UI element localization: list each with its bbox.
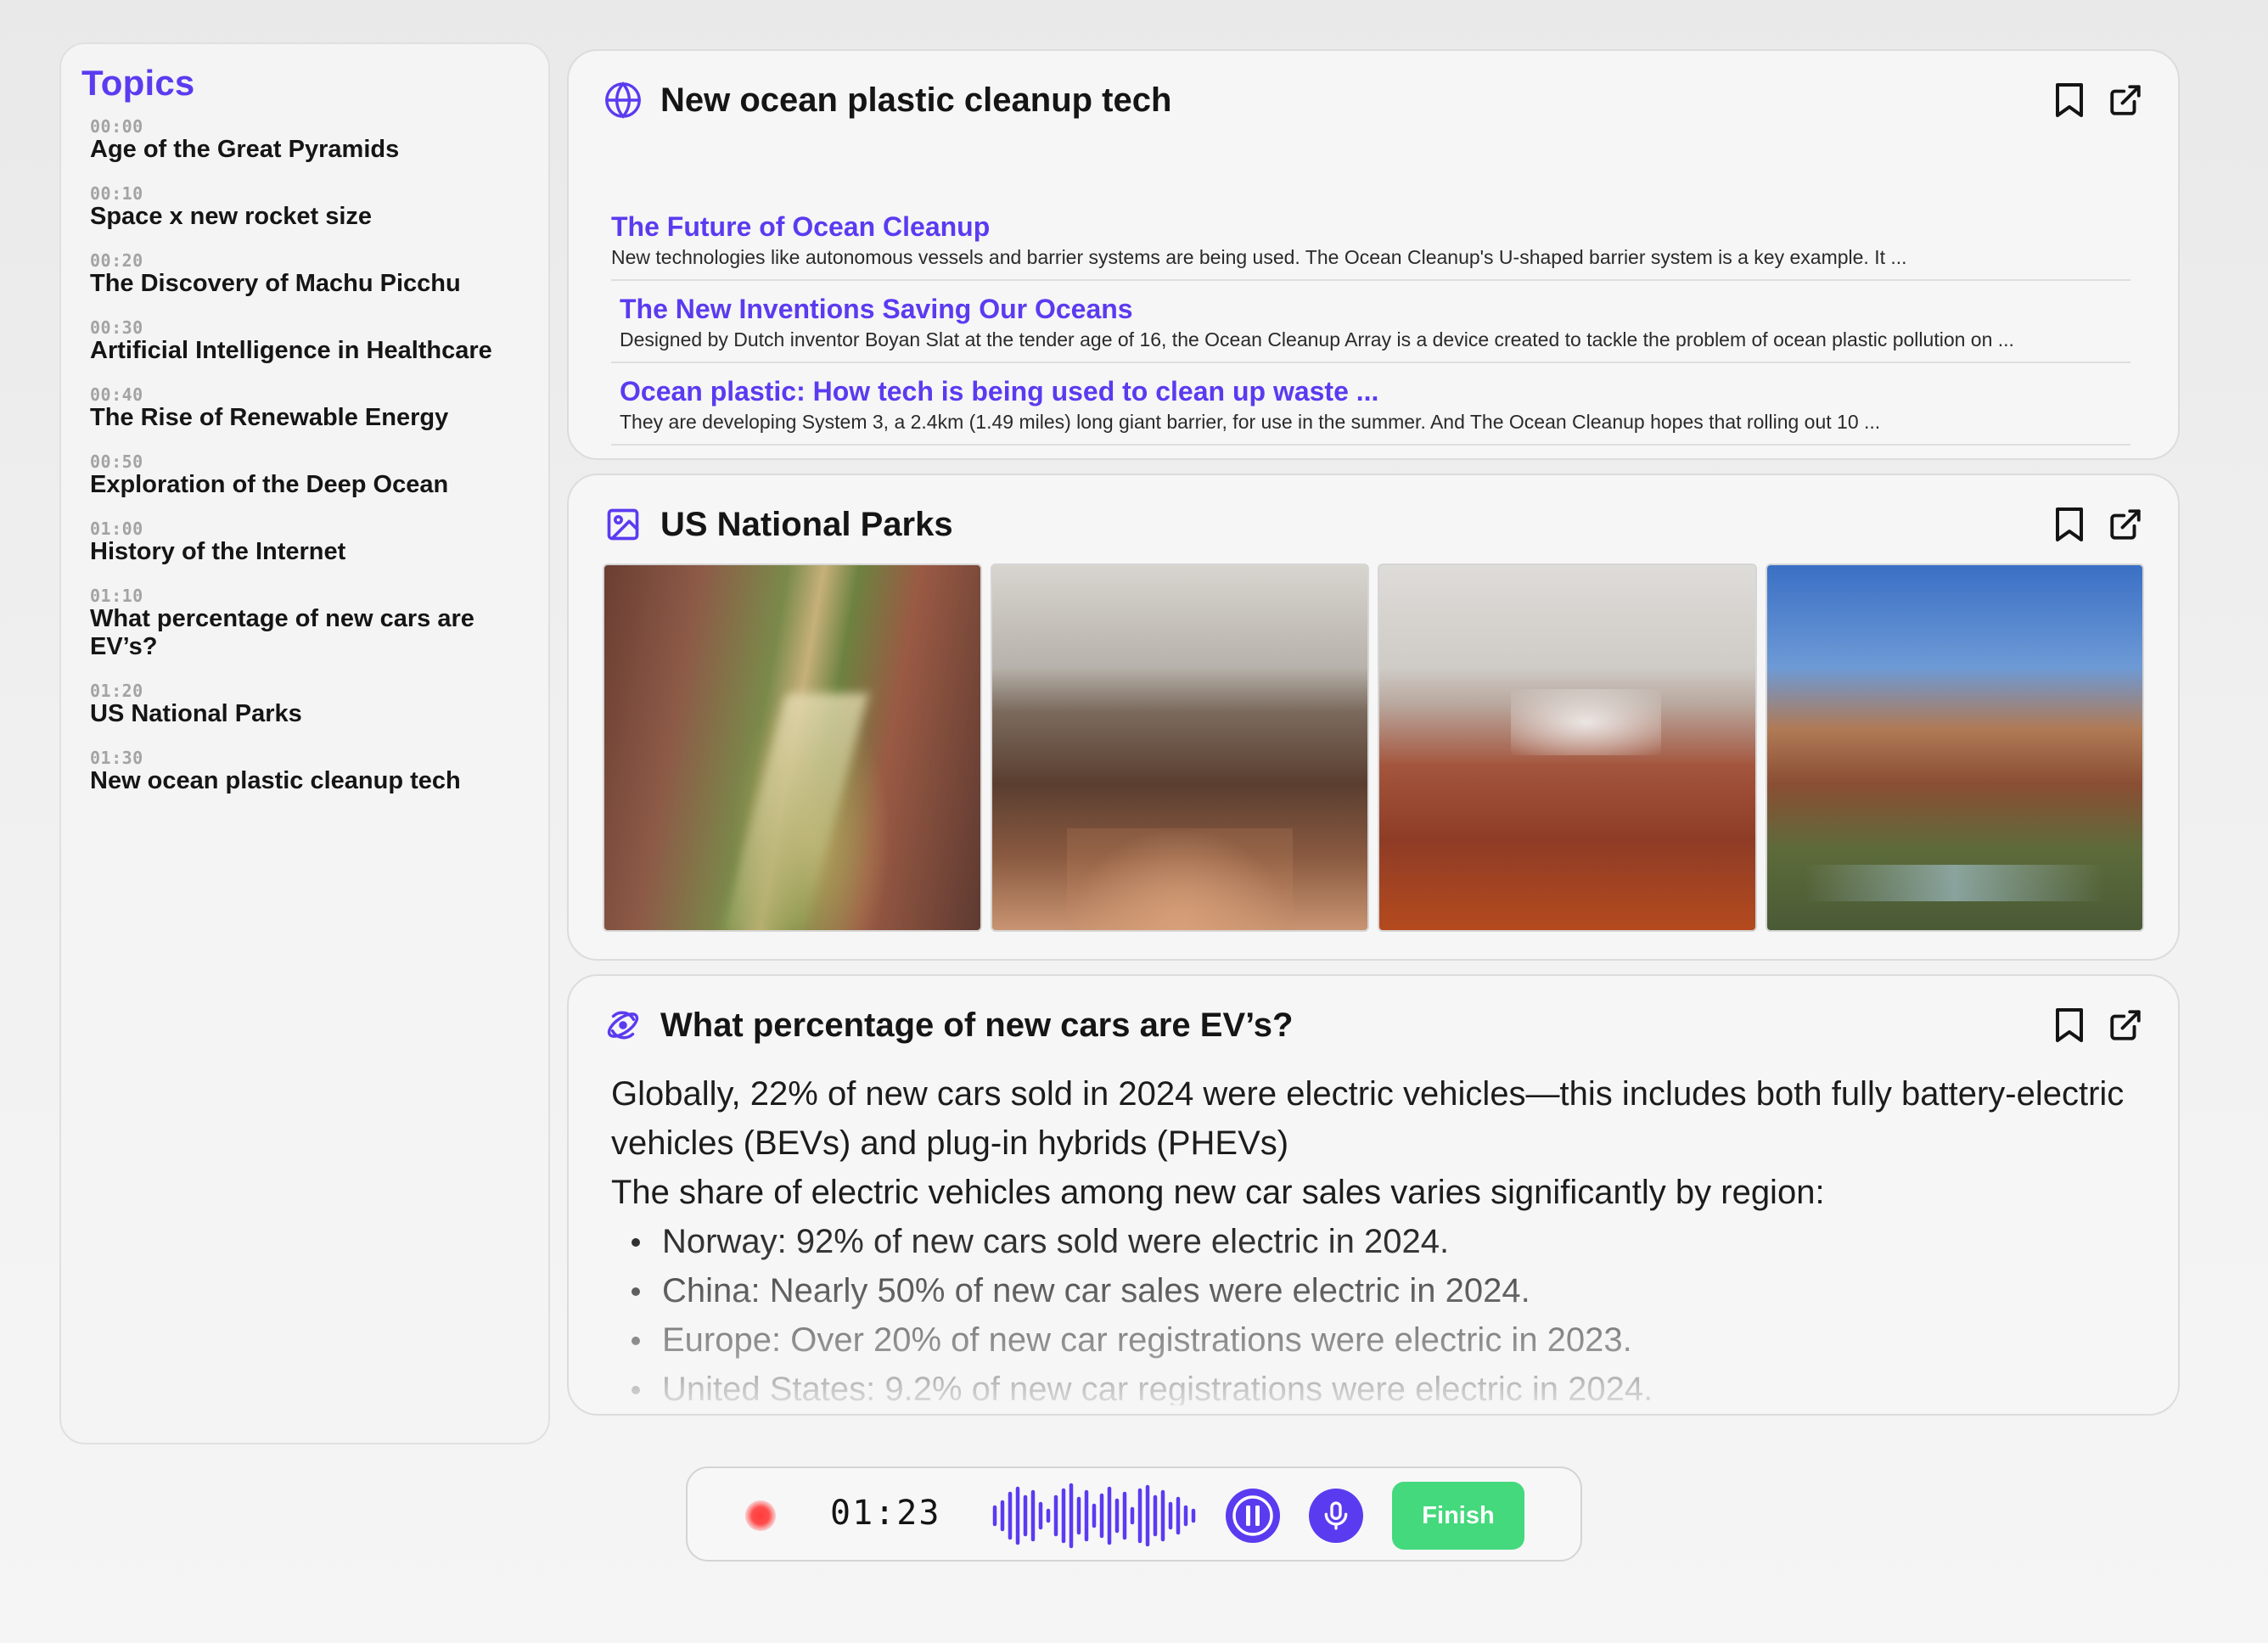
sidebar-title: Topics <box>81 63 195 103</box>
card-actions <box>2051 80 2144 121</box>
audio-waveform-icon <box>992 1483 1196 1549</box>
topic-item[interactable]: 01:30 New ocean plastic cleanup tech <box>81 749 548 795</box>
answer-card: What percentage of new cars are EV’s? Gl… <box>567 974 2180 1416</box>
image-thumbnail[interactable] <box>1378 564 1757 932</box>
topic-title: New ocean plastic cleanup tech <box>90 767 461 794</box>
bookmark-icon[interactable] <box>2051 1005 2088 1046</box>
recording-timer: 01:23 <box>830 1494 941 1533</box>
pause-button[interactable] <box>1226 1489 1280 1543</box>
topic-list: 00:00 Age of the Great Pyramids 00:10 Sp… <box>81 117 548 795</box>
topic-item[interactable]: 01:00 History of the Internet <box>81 519 548 566</box>
card-actions <box>2051 504 2144 545</box>
topic-item[interactable]: 00:30 Artificial Intelligence in Healthc… <box>81 318 548 365</box>
topic-item[interactable]: 01:10 What percentage of new cars are EV… <box>81 586 548 661</box>
image-thumbnail[interactable] <box>1765 564 2144 932</box>
topic-item[interactable]: 00:10 Space x new rocket size <box>81 184 548 231</box>
topic-timestamp: 00:00 <box>90 116 143 137</box>
topic-title: History of the Internet <box>90 538 346 565</box>
answer-bullet: United States: 9.2% of new car registrat… <box>611 1365 2127 1405</box>
result-link[interactable]: The Future of Ocean Cleanup <box>611 210 2130 243</box>
pause-icon <box>1232 1495 1273 1536</box>
topic-title: Exploration of the Deep Ocean <box>90 471 449 498</box>
topic-title: Age of the Great Pyramids <box>90 136 400 163</box>
topic-timestamp: 00:40 <box>90 384 143 405</box>
card-header: US National Parks <box>603 501 2144 548</box>
topic-timestamp: 01:10 <box>90 586 143 606</box>
ai-orbit-icon <box>603 1005 643 1046</box>
topic-item[interactable]: 00:40 The Rise of Renewable Energy <box>81 385 548 432</box>
recording-toolbar: 01:23 Finish <box>686 1466 1582 1562</box>
recording-indicator-icon <box>745 1500 776 1531</box>
card-header: What percentage of new cars are EV’s? <box>603 1001 2144 1049</box>
topic-title: The Discovery of Machu Picchu <box>90 270 461 297</box>
topic-title: The Rise of Renewable Energy <box>90 404 449 431</box>
search-result: The Future of Ocean Cleanup New technolo… <box>611 210 2130 281</box>
topic-title: US National Parks <box>90 700 302 727</box>
finish-button[interactable]: Finish <box>1392 1482 1524 1550</box>
microphone-icon <box>1324 1501 1348 1530</box>
globe-icon <box>603 80 643 121</box>
topic-timestamp: 00:20 <box>90 250 143 271</box>
image-thumbnail[interactable] <box>990 564 1369 932</box>
external-link-icon[interactable] <box>2107 504 2144 545</box>
result-link[interactable]: Ocean plastic: How tech is being used to… <box>620 375 2130 407</box>
result-link[interactable]: The New Inventions Saving Our Oceans <box>620 293 2130 325</box>
image-icon <box>603 504 643 545</box>
search-results: The Future of Ocean Cleanup New technolo… <box>611 210 2130 457</box>
card-actions <box>2051 1005 2144 1046</box>
microphone-button[interactable] <box>1309 1489 1363 1543</box>
answer-text: Globally, 22% of new cars sold in 2024 w… <box>611 1069 2127 1405</box>
topic-timestamp: 00:50 <box>90 451 143 472</box>
result-snippet: They are developing System 3, a 2.4km (1… <box>620 411 1881 433</box>
topic-timestamp: 01:30 <box>90 748 143 768</box>
topic-title: What percentage of new cars are EV’s? <box>90 605 474 660</box>
image-thumbnail[interactable] <box>603 564 982 932</box>
bookmark-icon[interactable] <box>2051 504 2088 545</box>
topic-item[interactable]: 01:20 US National Parks <box>81 681 548 728</box>
image-results-card: US National Parks <box>567 474 2180 961</box>
card-title: US National Parks <box>660 505 953 543</box>
topic-timestamp: 00:10 <box>90 183 143 204</box>
card-header: New ocean plastic cleanup tech <box>603 76 2144 124</box>
web-results-card: New ocean plastic cleanup tech The Futur… <box>567 49 2180 460</box>
topics-sidebar: Topics 00:00 Age of the Great Pyramids 0… <box>59 42 550 1444</box>
answer-paragraph: The share of electric vehicles among new… <box>611 1174 1825 1211</box>
image-gallery <box>603 564 2144 932</box>
topic-item[interactable]: 00:50 Exploration of the Deep Ocean <box>81 452 548 499</box>
answer-bullet-list: Norway: 92% of new cars sold were electr… <box>611 1217 2127 1405</box>
topic-timestamp: 00:30 <box>90 317 143 338</box>
result-snippet: New technologies like autonomous vessels… <box>611 246 1907 268</box>
card-title: What percentage of new cars are EV’s? <box>660 1006 1294 1044</box>
external-link-icon[interactable] <box>2107 1005 2144 1046</box>
result-snippet: Designed by Dutch inventor Boyan Slat at… <box>620 328 2014 350</box>
external-link-icon[interactable] <box>2107 80 2144 121</box>
topic-timestamp: 01:00 <box>90 519 143 539</box>
answer-bullet: Norway: 92% of new cars sold were electr… <box>611 1217 2127 1266</box>
topic-title: Artificial Intelligence in Healthcare <box>90 337 492 364</box>
answer-paragraph: Globally, 22% of new cars sold in 2024 w… <box>611 1075 2125 1162</box>
topic-item[interactable]: 00:20 The Discovery of Machu Picchu <box>81 251 548 298</box>
topic-item[interactable]: 00:00 Age of the Great Pyramids <box>81 117 548 164</box>
search-result: Ocean plastic: How tech is being used to… <box>611 375 2130 446</box>
answer-bullet: China: Nearly 50% of new car sales were … <box>611 1266 2127 1315</box>
bookmark-icon[interactable] <box>2051 80 2088 121</box>
search-result: The New Inventions Saving Our Oceans Des… <box>611 293 2130 363</box>
answer-bullet: Europe: Over 20% of new car registration… <box>611 1315 2127 1365</box>
topic-title: Space x new rocket size <box>90 203 373 230</box>
topic-timestamp: 01:20 <box>90 681 143 701</box>
card-title: New ocean plastic cleanup tech <box>660 81 1172 119</box>
